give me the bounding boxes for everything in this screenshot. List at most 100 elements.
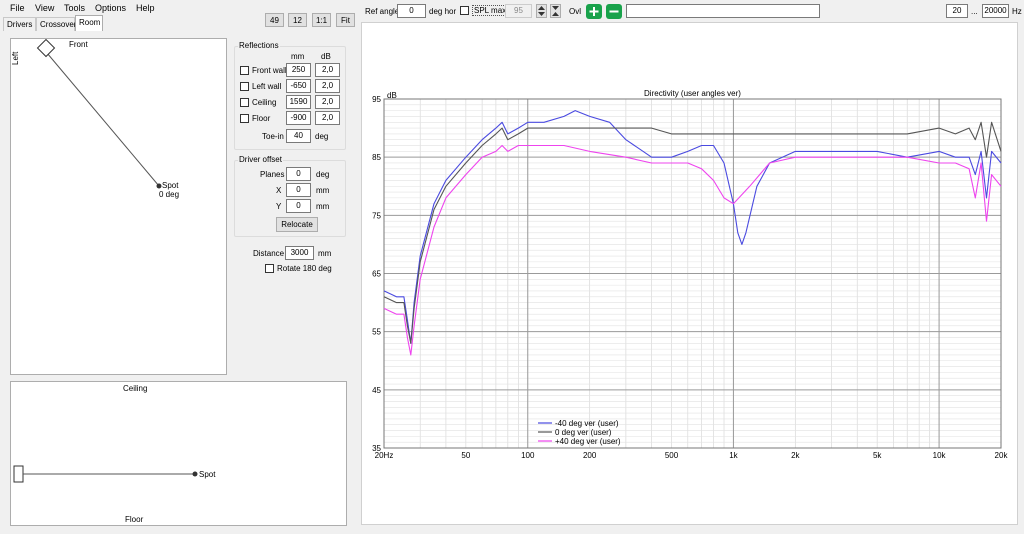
offset-y-field[interactable]: 0 xyxy=(286,199,311,213)
floor-row-label: Floor xyxy=(252,114,271,123)
view-button-49[interactable]: 49 xyxy=(265,13,284,27)
offset-x-unit: mm xyxy=(316,186,330,195)
front-wall-db-field[interactable]: 2,0 xyxy=(315,63,340,77)
y-tick-label: 65 xyxy=(372,270,381,279)
ovl-label: Ovl xyxy=(569,7,581,16)
directivity-chart-panel[interactable]: 20Hz 50 100 200 500 1k 2k 5k 10k 20k 95 85 75 65 55 45 3… xyxy=(361,22,1018,525)
freq-min-field[interactable]: 20 xyxy=(946,4,968,18)
menu-help[interactable]: Help xyxy=(136,3,155,13)
planes-field[interactable]: 0 xyxy=(286,167,311,181)
tab-crossover[interactable]: Crossover xyxy=(36,17,76,31)
side-spot-label: Spot xyxy=(199,470,216,479)
planes-unit: deg xyxy=(316,170,330,179)
legend-label-2: +40 deg ver (user) xyxy=(555,437,621,446)
offset-x-field[interactable]: 0 xyxy=(286,183,311,197)
directivity-chart: 20Hz 50 100 200 500 1k 2k 5k 10k 20k9585756555453… xyxy=(372,89,1009,460)
left-wall-mm-field[interactable]: -650 xyxy=(286,79,311,93)
rotate-checkbox[interactable] xyxy=(265,264,274,273)
side-spot-marker[interactable] xyxy=(192,471,198,477)
add-overlay-icon[interactable] xyxy=(586,4,602,19)
floor-checkbox[interactable] xyxy=(240,114,249,123)
menu-file[interactable]: File xyxy=(10,3,25,13)
y-tick-label: 75 xyxy=(372,211,381,220)
x-tick-label: 1k xyxy=(729,451,738,460)
spot-angle-label: 0 deg xyxy=(159,190,180,199)
x-tick-label: 200 xyxy=(583,451,597,460)
view-button-1-1[interactable]: 1:1 xyxy=(312,13,331,27)
y-tick-label: 95 xyxy=(372,95,381,104)
y-tick-label: 35 xyxy=(372,444,381,453)
room-side-view[interactable]: Ceiling Spot Floor xyxy=(10,381,347,526)
toein-label: Toe-in xyxy=(262,132,284,141)
chart-title: Directivity (user angles ver) xyxy=(644,89,741,98)
freq-max-field[interactable]: 20000 xyxy=(982,4,1009,18)
ceiling-mm-field[interactable]: 1590 xyxy=(286,95,311,109)
menu-view[interactable]: View xyxy=(35,3,54,13)
left-wall-checkbox[interactable] xyxy=(240,82,249,91)
reflections-title: Reflections xyxy=(238,41,280,50)
floor-mm-field[interactable]: -900 xyxy=(286,111,311,125)
left-wall-label: Left wall xyxy=(252,82,282,91)
front-label: Front xyxy=(69,40,88,49)
view-button-12[interactable]: 12 xyxy=(288,13,307,27)
distance-unit: mm xyxy=(318,249,332,258)
menu-options[interactable]: Options xyxy=(95,3,126,13)
menu-tools[interactable]: Tools xyxy=(64,3,85,13)
offset-y-label: Y xyxy=(276,202,282,211)
spl-max-checkbox[interactable] xyxy=(460,6,469,15)
reflections-col-mm: mm xyxy=(291,52,305,61)
distance-field[interactable]: 3000 xyxy=(285,246,314,260)
hz-label: Hz xyxy=(1012,7,1022,16)
x-tick-label: 50 xyxy=(461,451,470,460)
relocate-button[interactable]: Relocate xyxy=(276,217,318,232)
x-tick-label: 20k xyxy=(995,451,1009,460)
floor-db-field[interactable]: 2,0 xyxy=(315,111,340,125)
toein-field[interactable]: 40 xyxy=(286,129,311,143)
ceiling-checkbox[interactable] xyxy=(240,98,249,107)
speaker-box[interactable] xyxy=(36,39,56,58)
spl-max-field[interactable]: 95 xyxy=(505,4,532,18)
left-label: Left xyxy=(11,51,20,65)
x-tick-label: 5k xyxy=(873,451,882,460)
x-tick-label: 500 xyxy=(665,451,679,460)
offset-y-unit: mm xyxy=(316,202,330,211)
y-tick-label: 85 xyxy=(372,153,381,162)
ref-angle-label: Ref angle xyxy=(365,7,400,16)
y-axis-label: dB xyxy=(387,91,397,100)
remove-overlay-icon[interactable] xyxy=(606,4,622,19)
room-side-view-canvas xyxy=(13,465,198,483)
planes-label: Planes xyxy=(260,170,285,179)
driver-offset-title: Driver offset xyxy=(238,155,283,164)
ceiling-db-field[interactable]: 2,0 xyxy=(315,95,340,109)
overlay-name-field[interactable] xyxy=(626,4,820,18)
ref-angle-field[interactable]: 0 xyxy=(397,4,426,18)
speaker-side-box[interactable] xyxy=(13,465,24,483)
x-tick-label: 2k xyxy=(791,451,800,460)
left-wall-db-field[interactable]: 2,0 xyxy=(315,79,340,93)
reflections-col-db: dB xyxy=(321,52,331,61)
spl-collapse-arrows-icon[interactable] xyxy=(550,4,561,18)
offset-x-label: X xyxy=(276,186,282,195)
spl-max-label: SPL max xyxy=(472,5,509,16)
distance-label: Distance xyxy=(253,249,285,258)
spot-label: Spot xyxy=(162,181,179,190)
y-tick-label: 45 xyxy=(372,386,381,395)
x-tick-label: 10k xyxy=(933,451,947,460)
ceiling-row-label: Ceiling xyxy=(252,98,277,107)
rotate-label: Rotate 180 deg xyxy=(277,264,332,273)
y-tick-label: 55 xyxy=(372,328,381,337)
room-top-view[interactable]: Front Left Spot 0 deg xyxy=(10,38,227,375)
legend-label-0: -40 deg ver (user) xyxy=(555,419,619,428)
spl-updown-arrows-icon[interactable] xyxy=(536,4,547,18)
deg-hor-label: deg hor xyxy=(429,7,457,16)
tab-drivers[interactable]: Drivers xyxy=(3,17,36,31)
spot-marker[interactable] xyxy=(156,183,162,189)
x-tick-label: 100 xyxy=(521,451,535,460)
toein-unit: deg xyxy=(315,132,329,141)
front-wall-checkbox[interactable] xyxy=(240,66,249,75)
listening-line xyxy=(46,52,160,187)
tab-room[interactable]: Room xyxy=(75,15,103,31)
floor-label: Floor xyxy=(125,515,144,524)
view-button-fit[interactable]: Fit xyxy=(336,13,355,27)
front-wall-mm-field[interactable]: 250 xyxy=(286,63,311,77)
